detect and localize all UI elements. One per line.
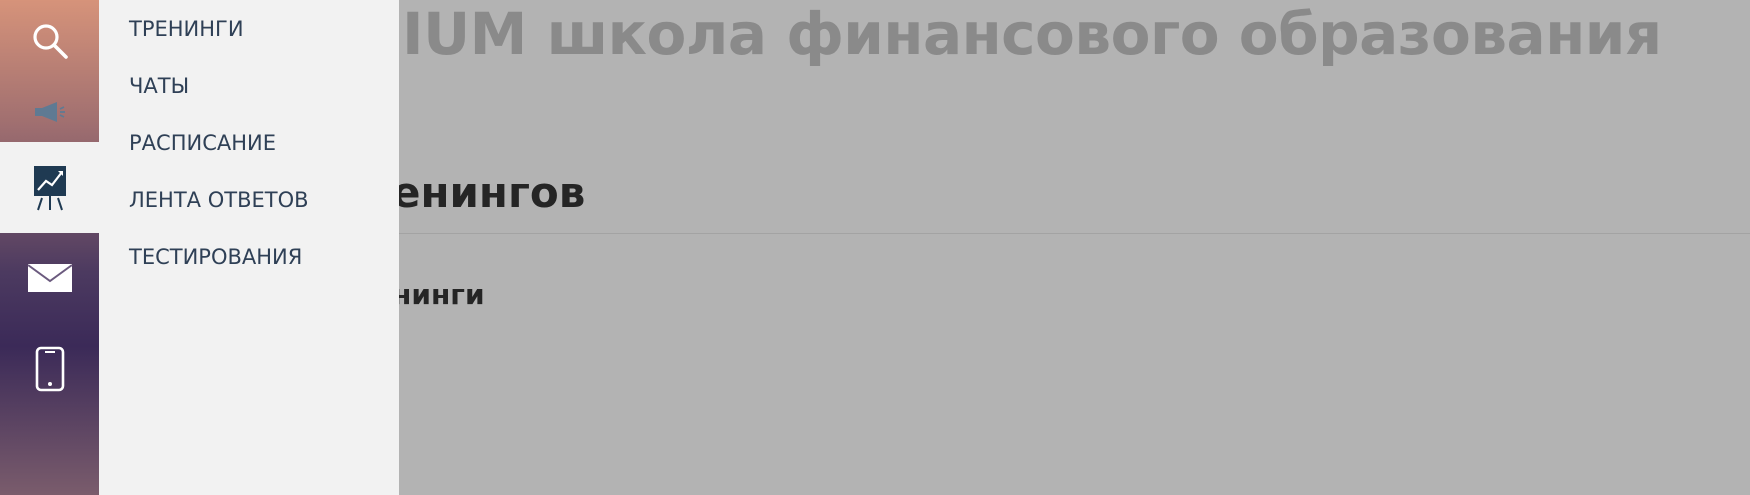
section-divider — [360, 233, 1750, 234]
rail-mail-button[interactable] — [0, 233, 99, 323]
rail-search-button[interactable] — [0, 0, 99, 82]
section-subheading: нинги — [392, 278, 485, 311]
rail-trainings-button[interactable] — [0, 142, 99, 233]
megaphone-icon — [33, 101, 67, 123]
menu-item-testing[interactable]: ТЕСТИРОВАНИЯ — [129, 244, 302, 270]
mail-icon — [26, 263, 73, 293]
menu-item-schedule[interactable]: РАСПИСАНИЕ — [129, 130, 276, 156]
chart-board-icon — [32, 164, 68, 212]
search-icon — [30, 21, 70, 61]
section-heading: енингов — [392, 168, 586, 217]
menu-panel: ТРЕНИНГИ ЧАТЫ РАСПИСАНИЕ ЛЕНТА ОТВЕТОВ Т… — [99, 0, 399, 495]
icon-rail — [0, 0, 99, 495]
rail-announcements-button[interactable] — [0, 82, 99, 142]
page-title: IUM школа финансового образования — [402, 0, 1662, 68]
menu-item-chats[interactable]: ЧАТЫ — [129, 73, 189, 99]
rail-mobile-button[interactable] — [0, 323, 99, 415]
menu-item-answers-feed[interactable]: ЛЕНТА ОТВЕТОВ — [129, 187, 309, 213]
phone-icon — [35, 346, 65, 392]
menu-item-trainings[interactable]: ТРЕНИНГИ — [129, 16, 244, 42]
